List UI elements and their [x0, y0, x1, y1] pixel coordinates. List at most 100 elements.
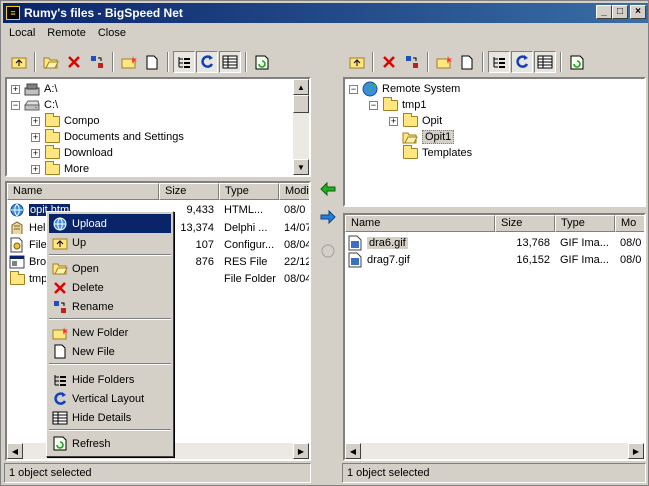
scroll-right-icon[interactable]: ▶ [628, 443, 644, 459]
collapse-icon[interactable]: − [11, 100, 20, 110]
local-delete-icon[interactable] [63, 51, 85, 73]
local-open-icon[interactable] [40, 51, 62, 73]
local-new-file-icon[interactable] [141, 51, 163, 73]
tree-item-templates[interactable]: Templates [402, 144, 472, 161]
scroll-up-icon[interactable]: ▲ [293, 79, 309, 95]
column-modified[interactable]: Modi [279, 183, 309, 200]
table-row[interactable]: drag7.gif 16,152 GIF Ima... 08/0 [345, 252, 644, 268]
local-new-folder-icon[interactable] [118, 51, 140, 73]
delete-icon [52, 280, 68, 296]
expand-icon[interactable]: + [31, 132, 40, 142]
scroll-thumb[interactable] [293, 95, 309, 113]
download-arrow-icon[interactable] [319, 181, 337, 197]
tree-item-tmp1[interactable]: − tmp1 [369, 96, 426, 113]
remote-refresh-icon[interactable] [566, 51, 588, 73]
expand-icon[interactable]: + [31, 164, 40, 174]
folder-icon [44, 112, 60, 129]
open-folder-icon [52, 261, 68, 277]
menu-item-vertical-layout[interactable]: Vertical Layout [49, 389, 171, 408]
expand-icon[interactable]: + [11, 84, 20, 94]
remote-file-list[interactable]: Name Size Type Mo dra6.gif 13,768 GIF Im… [343, 213, 646, 461]
remote-rename-icon[interactable] [401, 51, 423, 73]
remote-list-header: Name Size Type Mo [345, 215, 644, 232]
local-refresh-icon[interactable] [251, 51, 273, 73]
local-tree-scrollbar[interactable]: ▲ ▼ [293, 79, 309, 175]
remote-list-hscrollbar[interactable]: ◀ ▶ [345, 443, 644, 459]
menu-item-refresh[interactable]: Refresh [49, 434, 171, 453]
folder-icon [44, 144, 60, 161]
column-type[interactable]: Type [555, 215, 615, 232]
context-menu: Upload Up Open Delete Rename New Folder … [46, 211, 174, 457]
local-hide-details-icon[interactable] [219, 51, 241, 73]
upload-arrow-icon[interactable] [319, 209, 337, 225]
column-name[interactable]: Name [7, 183, 159, 200]
menu-item-new-folder[interactable]: New Folder [49, 323, 171, 342]
remote-hide-details-icon[interactable] [534, 51, 556, 73]
expand-icon[interactable]: + [31, 116, 40, 126]
menu-item-up[interactable]: Up [49, 233, 171, 252]
stop-transfer-icon[interactable] [319, 243, 337, 259]
column-size[interactable]: Size [495, 215, 555, 232]
remote-delete-icon[interactable] [378, 51, 400, 73]
tree-item-remote-system[interactable]: − Remote System [349, 81, 460, 97]
column-name[interactable]: Name [345, 215, 495, 232]
menu-item-upload[interactable]: Upload [49, 214, 171, 233]
scroll-right-icon[interactable]: ▶ [293, 443, 309, 459]
menu-close[interactable]: Close [92, 27, 132, 39]
collapse-icon[interactable]: − [349, 84, 358, 94]
remote-status-bar: 1 object selected [342, 463, 646, 483]
scroll-down-icon[interactable]: ▼ [293, 159, 309, 175]
menu-item-hide-folders[interactable]: Hide Folders [49, 370, 171, 389]
local-hide-folders-icon[interactable] [173, 51, 195, 73]
remote-folder-tree[interactable]: − Remote System − tmp1 + Opit Opit1 Temp… [343, 77, 646, 207]
tree-item-compo[interactable]: + Compo [31, 112, 99, 129]
window-title: Rumy's files - BigSpeed Net [24, 6, 183, 20]
menu-item-new-file[interactable]: New File [49, 342, 171, 361]
column-size[interactable]: Size [159, 183, 219, 200]
remote-new-folder-icon[interactable] [433, 51, 455, 73]
up-folder-icon [52, 235, 68, 251]
config-file-icon [9, 237, 25, 253]
column-modified[interactable]: Mo [615, 215, 644, 232]
remote-new-file-icon[interactable] [456, 51, 478, 73]
tree-item-c-drive[interactable]: − C:\ [11, 97, 58, 113]
local-rename-icon[interactable] [86, 51, 108, 73]
remote-up-folder-icon[interactable] [346, 51, 368, 73]
local-up-folder-icon[interactable] [8, 51, 30, 73]
scroll-left-icon[interactable]: ◀ [345, 443, 361, 459]
menu-item-open[interactable]: Open [49, 259, 171, 278]
folder-icon [382, 96, 398, 113]
tree-item-more[interactable]: + More [31, 160, 89, 175]
local-status-bar: 1 object selected [4, 463, 311, 483]
tree-item-a-drive[interactable]: + A:\ [11, 81, 57, 97]
title-bar[interactable]: ≡ Rumy's files - BigSpeed Net _ □ × [3, 3, 648, 23]
scroll-left-icon[interactable]: ◀ [7, 443, 23, 459]
tree-item-documents[interactable]: + Documents and Settings [31, 128, 184, 145]
close-button[interactable]: × [630, 5, 646, 19]
menu-item-hide-details[interactable]: Hide Details [49, 408, 171, 427]
column-type[interactable]: Type [219, 183, 279, 200]
menu-local[interactable]: Local [3, 27, 41, 39]
tree-item-opit[interactable]: + Opit [389, 112, 442, 129]
tree-item-opit1[interactable]: Opit1 [402, 129, 455, 145]
folder-icon [9, 271, 25, 287]
remote-hide-folders-icon[interactable] [488, 51, 510, 73]
table-row[interactable]: dra6.gif 13,768 GIF Ima... 08/0 [345, 235, 644, 251]
expand-icon[interactable]: + [389, 116, 398, 126]
maximize-button[interactable]: □ [612, 5, 628, 19]
menu-item-delete[interactable]: Delete [49, 278, 171, 297]
globe-icon [362, 81, 378, 97]
local-vertical-layout-icon[interactable] [196, 51, 218, 73]
minimize-button[interactable]: _ [596, 5, 612, 19]
tree-item-download[interactable]: + Download [31, 144, 113, 161]
menu-item-rename[interactable]: Rename [49, 297, 171, 316]
menu-remote[interactable]: Remote [41, 27, 92, 39]
folder-icon [44, 160, 60, 175]
expand-icon[interactable]: + [31, 148, 40, 158]
collapse-icon[interactable]: − [369, 100, 378, 110]
menu-bar: Local Remote Close [3, 23, 132, 43]
remote-vertical-layout-icon[interactable] [511, 51, 533, 73]
local-list-header: Name Size Type Modi [7, 183, 309, 200]
hard-drive-icon [24, 97, 40, 113]
local-folder-tree[interactable]: + A:\ − C:\ + Compo + Documents and Sett… [5, 77, 311, 177]
